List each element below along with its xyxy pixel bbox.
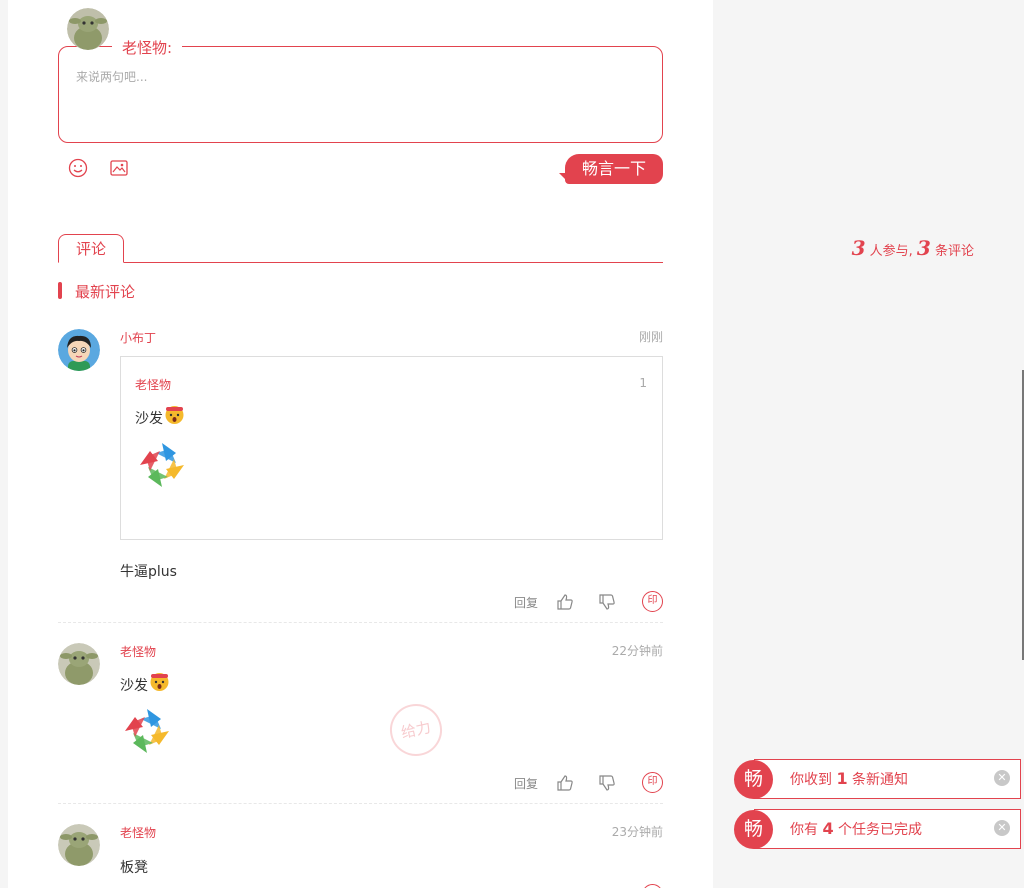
close-icon[interactable]: ✕ [994,770,1010,786]
quoted-comment-text: 沙发 [135,411,163,427]
comment-divider [58,622,663,623]
comment-text: 牛逼plus [120,564,177,580]
composer-username: 老怪物: [112,37,183,58]
reply-button[interactable]: 回复 [514,594,538,611]
quoted-username[interactable]: 老怪物 [135,376,171,393]
comment-text: 沙发 [120,678,148,694]
notification-count: 1 [836,769,848,788]
current-user-avatar[interactable] [67,8,109,50]
comment-count: 3 [916,236,931,260]
emoji-icon [149,671,170,692]
latest-comments-title: 最新评论 [75,283,136,301]
notification-suffix: 条新通知 [852,772,909,788]
notification-prefix: 你有 [790,822,818,838]
task-toast[interactable]: 畅 你有 4 个任务已完成 ✕ [734,809,1021,849]
emoji-icon [164,404,185,425]
comment-time: 23分钟前 [611,825,663,839]
close-icon[interactable]: ✕ [994,820,1010,836]
tab-comments[interactable]: 评论 [58,234,124,263]
notification-count: 4 [822,819,834,838]
thumbs-down-icon[interactable] [598,593,616,611]
comment-username[interactable]: 老怪物 [120,824,156,841]
comment-time: 刚刚 [638,330,663,344]
tab-underline [58,262,663,263]
comment-username[interactable]: 老怪物 [120,643,156,660]
image-icon[interactable] [109,158,129,178]
quoted-floor-number: 1 [639,376,647,390]
smiley-icon[interactable] [68,158,88,178]
seal-button[interactable]: 印 [642,772,663,793]
notification-prefix: 你收到 [790,772,832,788]
notification-suffix: 个任务已完成 [838,822,923,838]
comment-textarea[interactable] [58,46,663,143]
seal-button[interactable]: 印 [642,591,663,612]
participant-label: 人参与, [869,244,913,259]
notification-toast[interactable]: 畅 你收到 1 条新通知 ✕ [734,759,1021,799]
quoted-comment [120,356,663,540]
comment-avatar[interactable] [58,643,100,685]
comment-avatar[interactable] [58,824,100,866]
comment-stats: 3 人参与, 3 条评论 [852,236,974,260]
comment-avatar[interactable] [58,329,100,371]
notification-text[interactable]: 你有 4 个任务已完成 [790,819,922,839]
section-marker [58,282,62,299]
thumbs-down-icon[interactable] [598,774,616,792]
reply-button[interactable]: 回复 [514,775,538,792]
thumbs-up-icon[interactable] [556,774,574,792]
comment-divider [58,803,663,804]
pinwheel-logo-image [136,439,188,491]
changyan-badge: 畅 [734,810,773,849]
comment-username[interactable]: 小布丁 [120,329,156,346]
thumbs-up-icon[interactable] [556,593,574,611]
submit-comment-button[interactable]: 畅言一下 [565,154,663,184]
comment-count-label: 条评论 [934,244,974,259]
participant-count: 3 [851,236,866,260]
changyan-badge: 畅 [734,760,773,799]
comment-text: 板凳 [120,860,148,876]
notification-text[interactable]: 你收到 1 条新通知 [790,769,908,789]
pinwheel-logo-image [121,705,173,757]
composer-placeholder: 来说两句吧... [76,70,148,84]
comment-time: 22分钟前 [611,644,663,658]
